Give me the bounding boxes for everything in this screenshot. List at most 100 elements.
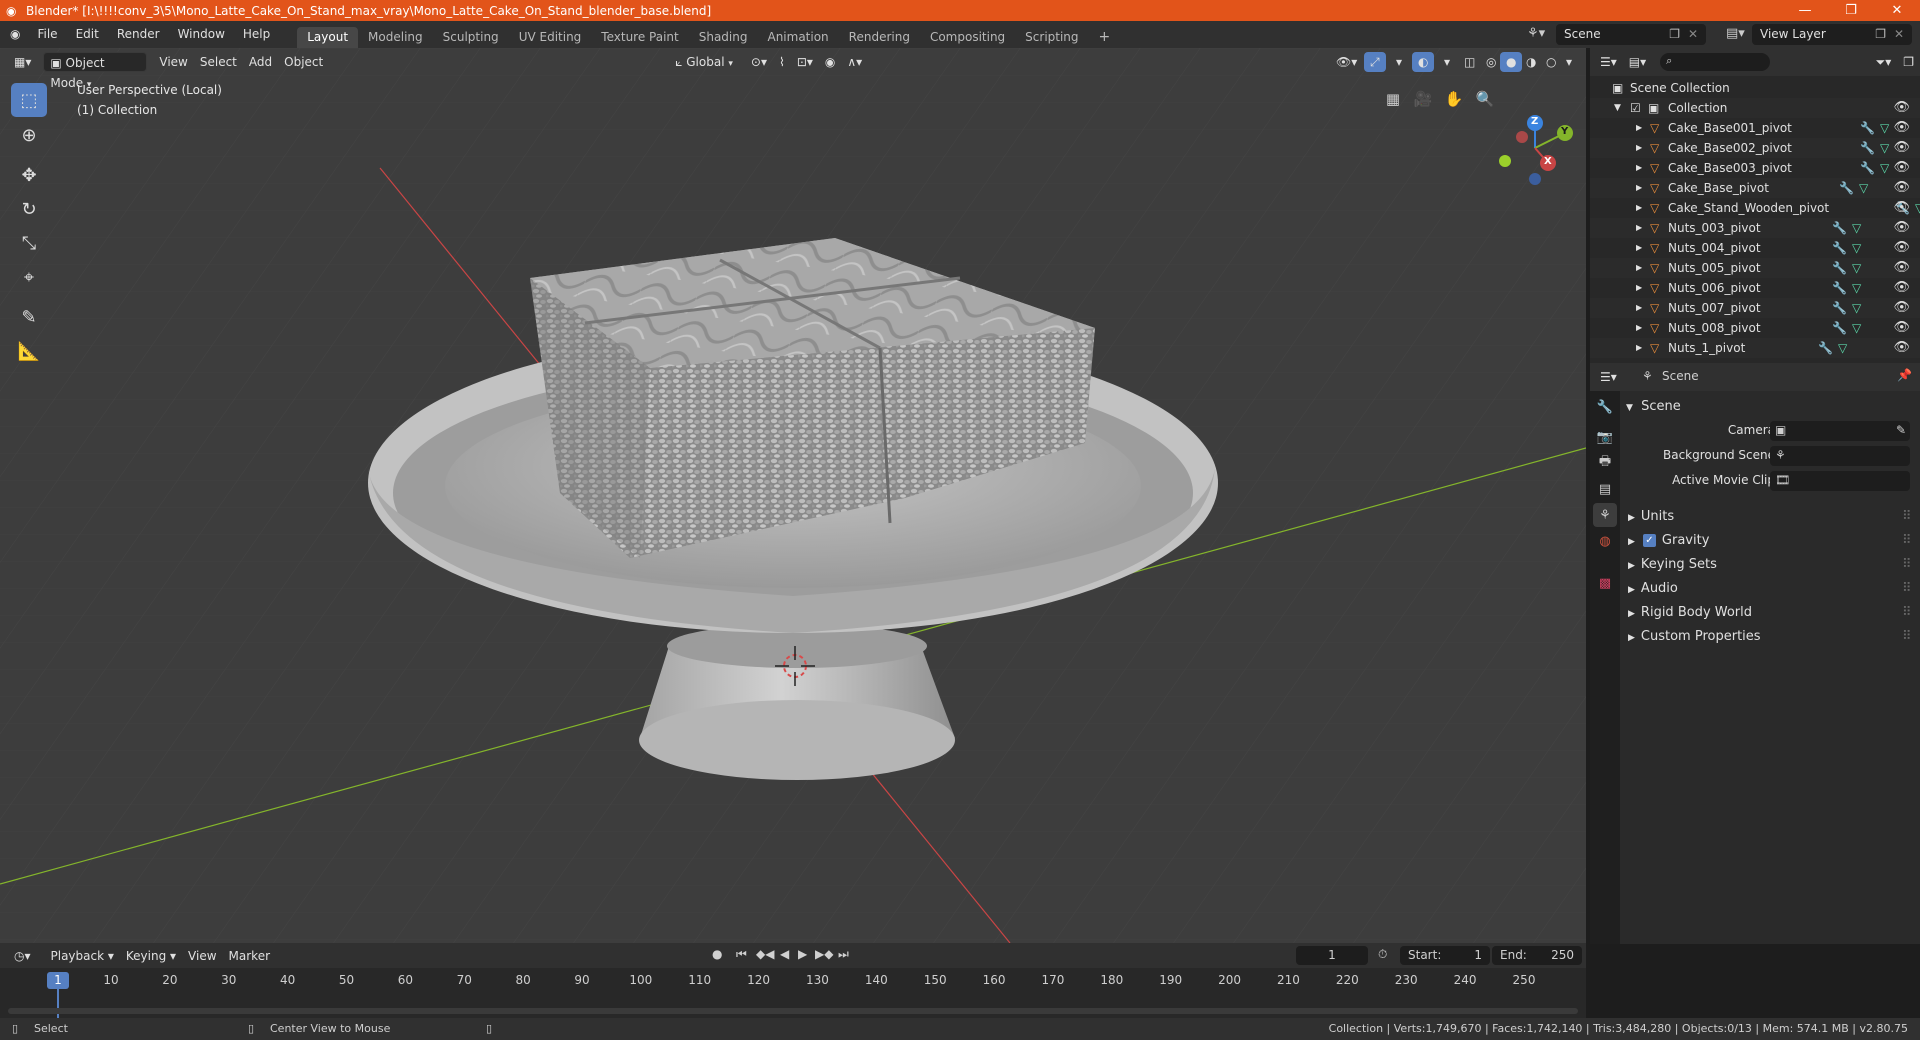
tab-scripting[interactable]: Scripting — [1015, 27, 1088, 48]
expand-icon[interactable]: ▶ — [1636, 158, 1642, 178]
tab-uv-editing[interactable]: UV Editing — [509, 27, 592, 48]
filter-icon[interactable]: ⏷▾ — [1870, 52, 1898, 72]
mesh-data-icon[interactable]: ▽ — [1880, 138, 1889, 158]
eye-icon[interactable]: 👁 — [1893, 98, 1910, 118]
measure-tool[interactable]: 📐 — [11, 334, 47, 368]
mesh-data-icon[interactable]: ▽ — [1852, 238, 1861, 258]
tab-compositing[interactable]: Compositing — [920, 27, 1015, 48]
expand-icon[interactable]: ▶ — [1636, 318, 1642, 338]
mesh-data-icon[interactable]: ▽ — [1880, 158, 1889, 178]
modifier-icon[interactable]: 🔧 — [1832, 318, 1847, 338]
view-layer-icon[interactable]: ▤▾ — [1726, 26, 1745, 41]
orientation-selector[interactable]: ⟀ Global ▾ — [669, 52, 739, 72]
eye-icon[interactable]: 👁 — [1893, 338, 1910, 358]
new-view-layer-icon[interactable]: ❐ — [1875, 24, 1886, 45]
eye-icon[interactable]: 👁 — [1893, 158, 1910, 178]
background-scene-field[interactable]: ⚘ — [1770, 446, 1910, 466]
eye-icon[interactable]: 👁 — [1893, 298, 1910, 318]
scene-collection-row[interactable]: ▣ Scene Collection — [1590, 78, 1920, 98]
outliner-object-row[interactable]: ▶ ▽ Nuts_006_pivot 🔧 ▽ 👁 — [1590, 278, 1920, 298]
outliner-object-row[interactable]: ▶ ▽ Cake_Base_pivot 🔧 ▽ 👁 — [1590, 178, 1920, 198]
frame-ruler[interactable]: 1 10 20 30 40 50 60 70 80 90 100 110 120 130 140 150 16… — [0, 968, 1586, 1022]
delete-scene-icon[interactable]: ✕ — [1688, 24, 1698, 45]
tool-tab-icon[interactable]: 🔧 — [1593, 395, 1617, 419]
menu-keying[interactable]: Keying ▾ — [120, 946, 182, 966]
expand-icon[interactable]: ▶ — [1636, 238, 1642, 258]
pin-icon[interactable]: 📌 — [1897, 368, 1912, 382]
expand-icon[interactable]: ▶ — [1636, 338, 1642, 358]
modifier-icon[interactable]: 🔧 — [1839, 178, 1854, 198]
world-tab-icon[interactable]: ◍ — [1593, 529, 1617, 553]
modifier-icon[interactable]: 🔧 — [1818, 338, 1833, 358]
play-button[interactable]: ▶ — [798, 947, 807, 961]
expand-icon[interactable]: ▶ — [1636, 218, 1642, 238]
view-layer-selector[interactable]: View Layer ❐ ✕ — [1752, 24, 1912, 45]
subpanel-rigid-body-world[interactable]: ▶ Rigid Body World ⠿ — [1628, 605, 1912, 620]
new-scene-icon[interactable]: ❐ — [1669, 24, 1680, 45]
eye-icon[interactable]: 👁 — [1893, 318, 1910, 338]
camera-view-icon[interactable]: 🎥 — [1409, 85, 1437, 113]
eye-icon[interactable]: 👁 — [1893, 198, 1910, 218]
blender-menu-icon[interactable]: ◉ — [0, 21, 28, 48]
outliner-object-row[interactable]: ▶ ▽ Nuts_004_pivot 🔧 ▽ 👁 — [1590, 238, 1920, 258]
drag-handle-icon[interactable]: ⠿ — [1902, 581, 1912, 596]
modifier-icon[interactable]: 🔧 — [1860, 118, 1875, 138]
tab-rendering[interactable]: Rendering — [839, 27, 920, 48]
expand-icon[interactable]: ▶ — [1636, 298, 1642, 318]
modifier-icon[interactable]: 🔧 — [1832, 238, 1847, 258]
menu-select[interactable]: Select — [194, 52, 243, 72]
output-tab-icon[interactable]: 🖶 — [1593, 451, 1617, 475]
modifier-icon[interactable]: 🔧 — [1860, 138, 1875, 158]
menu-view[interactable]: View — [153, 52, 193, 72]
outliner-search-input[interactable]: ⌕ — [1660, 53, 1771, 71]
drag-handle-icon[interactable]: ⠿ — [1902, 557, 1912, 572]
mesh-data-icon[interactable]: ▽ — [1859, 178, 1868, 198]
subpanel-keying-sets[interactable]: ▶ Keying Sets ⠿ — [1628, 557, 1912, 572]
subpanel-audio[interactable]: ▶ Audio ⠿ — [1628, 581, 1912, 596]
tab-animation[interactable]: Animation — [757, 27, 838, 48]
visibility-icon[interactable]: 👁▾ — [1330, 52, 1363, 72]
end-frame-field[interactable]: End: 250 — [1492, 946, 1582, 965]
jump-start-button[interactable]: ⏮ — [736, 947, 747, 962]
mesh-data-icon[interactable]: ▽ — [1838, 338, 1847, 358]
overlay-menu-icon[interactable]: ▾ — [1438, 52, 1456, 72]
expand-icon[interactable]: ▶ — [1636, 258, 1642, 278]
pivot-point-icon[interactable]: ⊙▾ — [745, 52, 773, 72]
toggle-grid-icon[interactable]: ▦ — [1379, 85, 1407, 113]
subpanel-units[interactable]: ▶ Units ⠿ — [1628, 509, 1912, 524]
outliner-object-row[interactable]: ▶ ▽ Cake_Base001_pivot 🔧 ▽ 👁 — [1590, 118, 1920, 138]
display-mode-icon[interactable]: ▤▾ — [1623, 52, 1652, 72]
menu-view-timeline[interactable]: View — [182, 946, 222, 966]
menu-add[interactable]: Add — [243, 52, 278, 72]
collapse-icon[interactable]: ▼ — [1614, 98, 1621, 118]
subpanel-custom-properties[interactable]: ▶ Custom Properties ⠿ — [1628, 629, 1912, 644]
properties-editor-type-icon[interactable]: ☰▾ — [1594, 367, 1623, 387]
tab-modeling[interactable]: Modeling — [358, 27, 433, 48]
subpanel-gravity[interactable]: ▶ ✓ Gravity ⠿ — [1628, 533, 1912, 548]
scene-type-icon[interactable]: ⚘▾ — [1527, 26, 1545, 41]
3d-viewport[interactable]: Z Y X User Perspective (Local) (1) Colle… — [0, 48, 1586, 943]
tab-layout[interactable]: Layout — [297, 27, 359, 48]
modifier-icon[interactable]: 🔧 — [1832, 298, 1847, 318]
mesh-data-icon[interactable]: ▽ — [1852, 298, 1861, 318]
snap-target-icon[interactable]: ⊡▾ — [791, 52, 819, 72]
camera-field[interactable]: ▣ ✎ — [1770, 421, 1910, 441]
pan-view-icon[interactable]: ✋ — [1440, 85, 1468, 113]
jump-end-button[interactable]: ⏭ — [838, 947, 849, 962]
menu-edit[interactable]: Edit — [67, 21, 108, 48]
eye-icon[interactable]: 👁 — [1893, 218, 1910, 238]
expand-icon[interactable]: ▶ — [1636, 178, 1642, 198]
eyedropper-icon[interactable]: ✎ — [1896, 423, 1906, 437]
expand-icon[interactable]: ▶ — [1636, 198, 1642, 218]
drag-handle-icon[interactable]: ⠿ — [1902, 629, 1912, 644]
minimize-button[interactable]: — — [1782, 0, 1828, 21]
move-tool[interactable]: ✥ — [11, 158, 47, 192]
mode-selector[interactable]: ▣ Object Mode ▾ — [43, 52, 148, 90]
next-keyframe-button[interactable]: ▶◆ — [815, 947, 833, 961]
gizmo-menu-icon[interactable]: ▾ — [1390, 52, 1408, 72]
annotate-tool[interactable]: ✎ — [11, 300, 47, 334]
mesh-data-icon[interactable]: ▽ — [1852, 258, 1861, 278]
prev-keyframe-button[interactable]: ◆◀ — [756, 947, 774, 961]
gizmo-x-label[interactable]: X — [1544, 156, 1552, 167]
mesh-data-icon[interactable]: ▽ — [1852, 218, 1861, 238]
